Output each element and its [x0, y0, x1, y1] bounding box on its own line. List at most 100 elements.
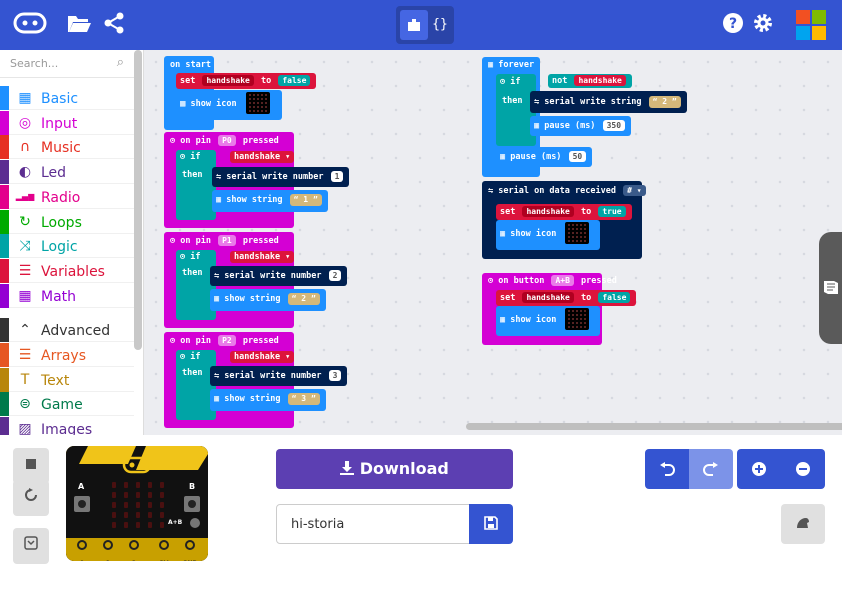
- set-handshake-false-block[interactable]: set handshake to false: [496, 290, 637, 306]
- category-label: Basic: [41, 91, 79, 107]
- if-block-p0[interactable]: ⊙ if then: [176, 150, 216, 220]
- show-string-p0[interactable]: ▦ show string “ 1 ”: [212, 190, 328, 212]
- handshake-condition-p1[interactable]: handshake ▾: [230, 251, 295, 263]
- stop-button[interactable]: [13, 448, 49, 484]
- microbit-simulator[interactable]: A B A+B 0 1 2 3V GND: [66, 446, 208, 561]
- show-icon-block[interactable]: ▦ show icon: [176, 90, 282, 120]
- blocks-workspace[interactable]: on start set handshake to false ▦ show i…: [144, 50, 842, 435]
- blocks-mode-button[interactable]: [400, 10, 428, 40]
- toolbox-category-math[interactable]: ▦ Math: [0, 283, 134, 308]
- settings-icon: ⊙: [170, 136, 176, 146]
- show-icon-button-block[interactable]: ▦ show icon: [496, 306, 600, 336]
- icon-preview[interactable]: [565, 308, 590, 330]
- show-string-p2[interactable]: ▦ show string “ 3 ”: [210, 389, 326, 411]
- led: [112, 522, 116, 528]
- icon-pixel: [584, 228, 587, 230]
- toolbox-category-input[interactable]: ◎ Input: [0, 110, 134, 135]
- toolbox-category-radio[interactable]: ▂▄▆ Radio: [0, 184, 134, 209]
- handshake-var[interactable]: handshake: [202, 75, 254, 86]
- icon-pixel: [252, 98, 255, 100]
- pause-50-block[interactable]: ▦ pause (ms) 50: [496, 147, 593, 167]
- led: [124, 502, 128, 508]
- toolbox-category-advanced[interactable]: ⌃ Advanced: [0, 318, 134, 343]
- toolbox-scrollbar[interactable]: [134, 50, 142, 350]
- handshake-condition-p2[interactable]: handshake ▾: [230, 351, 295, 363]
- toolbox-search[interactable]: Search... ⌕: [0, 50, 134, 78]
- not-handshake-condition[interactable]: not handshake: [548, 74, 632, 88]
- pause-350-block[interactable]: ▦ pause (ms) 350: [530, 116, 632, 136]
- icon-pixel: [580, 326, 583, 328]
- category-label: Loops: [41, 214, 82, 231]
- led: [124, 492, 128, 498]
- grid-icon: ▦: [18, 90, 32, 106]
- icon-pixel: [572, 236, 575, 238]
- toolbox-category-variables[interactable]: ☰ Variables: [0, 258, 134, 283]
- button-ab-label: A+B: [168, 519, 183, 526]
- tutorial-flyout-tab[interactable]: [819, 232, 842, 344]
- serial-write-number-p1[interactable]: ⇋ serial write number 2: [210, 266, 348, 286]
- project-name-value: hi-storia: [291, 517, 345, 532]
- pin-hole: [129, 540, 139, 550]
- icon-pixel: [256, 110, 259, 112]
- pin-dropdown[interactable]: P2: [218, 335, 236, 346]
- pin-0[interactable]: 0: [72, 538, 92, 561]
- undo-button[interactable]: [645, 449, 689, 489]
- toolbox-category-logic[interactable]: ⤨ Logic: [0, 234, 134, 259]
- collapse-simulator-button[interactable]: [13, 528, 49, 564]
- serial-write-number-p0[interactable]: ⇋ serial write number 1: [212, 167, 350, 187]
- serial-write-string-forever[interactable]: ⇋ serial write string “ 2 ”: [530, 91, 687, 113]
- microsoft-logo[interactable]: [796, 10, 826, 40]
- pin-dropdown[interactable]: P0: [218, 135, 236, 146]
- delimiter-dropdown[interactable]: # ▾: [623, 185, 646, 196]
- toolbox-category-loops[interactable]: ↻ Loops: [0, 209, 134, 234]
- pin-2[interactable]: 2: [124, 538, 144, 561]
- icon-pixel: [260, 106, 263, 108]
- search-input[interactable]: Search...: [10, 57, 58, 70]
- false-value[interactable]: false: [278, 75, 311, 86]
- restart-button[interactable]: [13, 480, 49, 516]
- redo-button[interactable]: [689, 449, 733, 489]
- button-b[interactable]: [184, 496, 200, 512]
- button-ab[interactable]: [190, 518, 200, 528]
- workspace-horizontal-scrollbar[interactable]: [466, 423, 842, 430]
- show-string-p1[interactable]: ▦ show string “ 2 ”: [210, 289, 326, 311]
- toolbox-category-game[interactable]: ⊜ Game: [0, 392, 134, 417]
- icon-preview[interactable]: [565, 222, 590, 244]
- download-button[interactable]: Download: [276, 449, 513, 489]
- category-color-bar: [0, 160, 9, 185]
- zoom-in-button[interactable]: [737, 449, 781, 489]
- project-name-input[interactable]: hi-storia: [276, 504, 470, 544]
- gear-icon[interactable]: [752, 12, 774, 41]
- icon-preview[interactable]: [245, 92, 270, 114]
- toolbox-category-arrays[interactable]: ☰ Arrays: [0, 343, 134, 367]
- set-handshake-block[interactable]: set handshake to false: [176, 73, 317, 89]
- category-color-bar: [0, 234, 9, 259]
- pin-label: 1: [106, 560, 110, 561]
- toolbox-category-text[interactable]: T Text: [0, 367, 134, 392]
- led: [148, 502, 152, 508]
- folder-open-icon[interactable]: [66, 12, 92, 41]
- toolbox-category-basic[interactable]: ▦ Basic: [0, 86, 134, 110]
- pin-gnd[interactable]: GND: [180, 538, 200, 561]
- save-button[interactable]: [469, 504, 513, 544]
- pin-dropdown[interactable]: P1: [218, 235, 236, 246]
- show-icon-serial-block[interactable]: ▦ show icon: [496, 220, 600, 250]
- microbit-logo-icon[interactable]: [12, 12, 48, 41]
- button-dropdown[interactable]: A+B: [551, 275, 574, 286]
- serial-write-number-p2[interactable]: ⇋ serial write number 3: [210, 366, 348, 386]
- icon-pixel: [580, 224, 583, 226]
- toolbox-category-led[interactable]: ◐ Led: [0, 160, 134, 185]
- turtle-slow-mode-button[interactable]: [781, 504, 825, 544]
- zoom-out-button[interactable]: [781, 449, 825, 489]
- pin-1[interactable]: 1: [98, 538, 118, 561]
- icon-pixel: [580, 310, 583, 312]
- button-a[interactable]: [74, 496, 90, 512]
- set-handshake-true-block[interactable]: set handshake to true: [496, 204, 632, 220]
- pin-3v[interactable]: 3V: [154, 538, 174, 561]
- help-icon[interactable]: ?: [722, 12, 744, 41]
- handshake-condition-p0[interactable]: handshake ▾: [230, 151, 295, 163]
- headphones-icon: ∩: [19, 139, 31, 156]
- share-icon[interactable]: [102, 12, 126, 41]
- javascript-mode-button[interactable]: {}: [430, 10, 450, 40]
- toolbox-category-music[interactable]: ∩ Music: [0, 135, 134, 160]
